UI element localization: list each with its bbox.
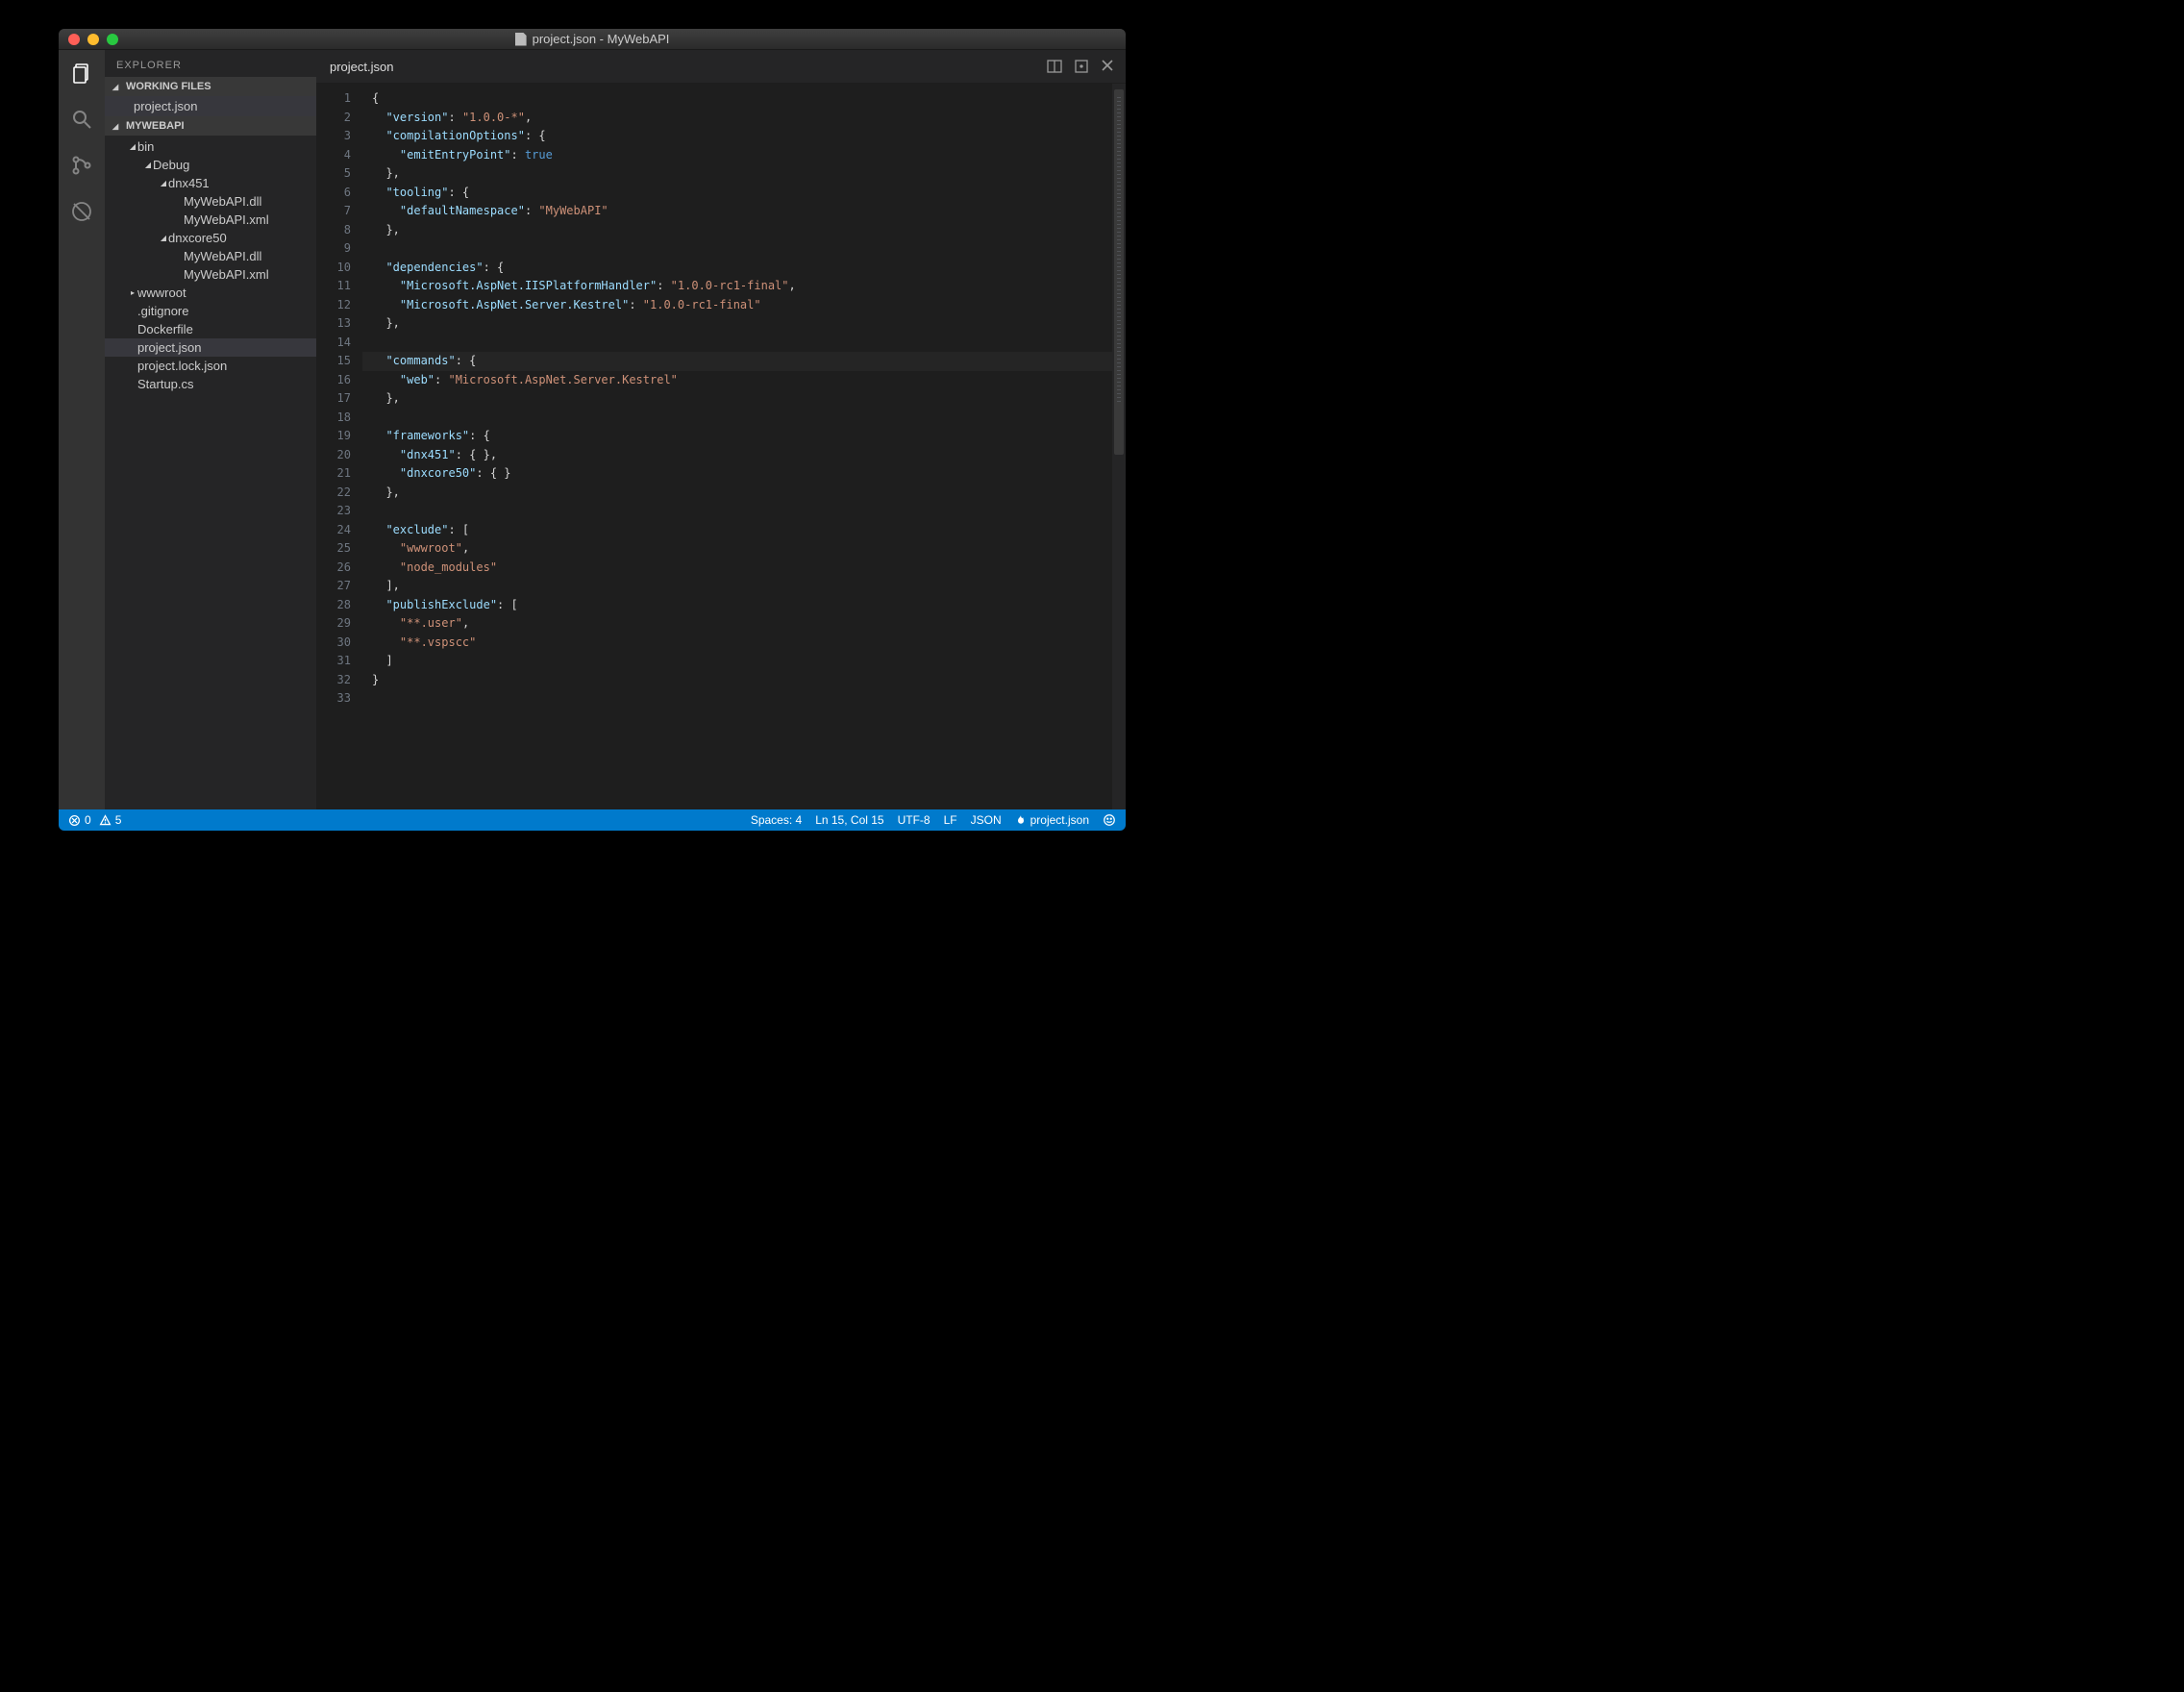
titlebar: project.json - MyWebAPI — [59, 29, 1126, 50]
tree-item-label: MyWebAPI.xml — [184, 212, 269, 227]
file-tree: ◢ bin◢ Debug◢ dnx451 MyWebAPI.dll MyWebA… — [105, 136, 316, 395]
tree-item-label: project.json — [137, 340, 201, 355]
tree-item-label: .gitignore — [137, 304, 188, 318]
sidebar-title: EXPLORER — [105, 50, 316, 77]
tree-file[interactable]: MyWebAPI.dll — [105, 247, 316, 265]
activity-bar — [59, 50, 105, 809]
git-icon[interactable] — [68, 152, 95, 179]
tree-item-label: MyWebAPI.xml — [184, 267, 269, 282]
tree-file[interactable]: Startup.cs — [105, 375, 316, 393]
code-editor[interactable]: 1234567891011121314151617181920212223242… — [316, 84, 1126, 809]
window-title-text: project.json - MyWebAPI — [533, 32, 670, 46]
search-icon[interactable] — [68, 106, 95, 133]
language-indicator[interactable]: JSON — [971, 813, 1002, 827]
tree-folder[interactable]: ◢ bin — [105, 137, 316, 156]
indent-indicator[interactable]: Spaces: 4 — [751, 813, 802, 827]
debug-icon[interactable] — [68, 198, 95, 225]
sidebar: EXPLORER ◢ WORKING FILES project.json ◢ … — [105, 50, 316, 809]
more-actions-icon[interactable] — [1074, 59, 1089, 74]
tree-folder[interactable]: ◢ dnx451 — [105, 174, 316, 192]
file-icon — [515, 33, 527, 46]
working-files-list: project.json — [105, 96, 316, 116]
project-label: MYWEBAPI — [126, 120, 185, 132]
chevron-down-icon: ◢ — [128, 142, 137, 151]
tree-file[interactable]: .gitignore — [105, 302, 316, 320]
errors-count: 0 — [85, 813, 91, 827]
minimap[interactable] — [1112, 84, 1126, 809]
tree-item-label: Startup.cs — [137, 377, 194, 391]
working-file-item[interactable]: project.json — [105, 96, 316, 116]
tree-folder[interactable]: ◢ dnxcore50 — [105, 229, 316, 247]
tree-item-label: Dockerfile — [137, 322, 193, 336]
chevron-down-icon: ◢ — [159, 234, 168, 242]
encoding-indicator[interactable]: UTF-8 — [898, 813, 931, 827]
eol-indicator[interactable]: LF — [944, 813, 957, 827]
tree-file[interactable]: Dockerfile — [105, 320, 316, 338]
tab-label: project.json — [330, 60, 393, 74]
tree-file[interactable]: MyWebAPI.dll — [105, 192, 316, 211]
close-editor-icon[interactable] — [1101, 59, 1114, 74]
flame-icon — [1015, 814, 1027, 826]
tree-item-label: dnx451 — [168, 176, 210, 190]
app-window: project.json - MyWebAPI EXPLORER ◢ WORKI… — [59, 29, 1126, 831]
chevron-down-icon: ◢ — [112, 83, 122, 91]
chevron-down-icon: ◢ — [143, 161, 153, 169]
project-header[interactable]: ◢ MYWEBAPI — [105, 116, 316, 136]
tab-bar: project.json — [316, 50, 1126, 84]
chevron-down-icon: ◢ — [159, 179, 168, 187]
build-target[interactable]: project.json — [1015, 813, 1089, 827]
tree-item-label: dnxcore50 — [168, 231, 227, 245]
tree-file[interactable]: MyWebAPI.xml — [105, 265, 316, 284]
tree-item-label: project.lock.json — [137, 359, 227, 373]
tree-item-label: wwwroot — [137, 286, 186, 300]
line-gutter: 1234567891011121314151617181920212223242… — [316, 84, 362, 809]
tree-folder[interactable]: ▸ wwwroot — [105, 284, 316, 302]
feedback-icon[interactable] — [1103, 813, 1116, 827]
explorer-icon[interactable] — [68, 60, 95, 87]
tree-item-label: MyWebAPI.dll — [184, 249, 261, 263]
cursor-position[interactable]: Ln 15, Col 15 — [815, 813, 883, 827]
tab-actions — [1047, 59, 1126, 74]
tree-item-label: bin — [137, 139, 154, 154]
editor-area: project.json 123456789101112131415161718… — [316, 50, 1126, 809]
split-editor-icon[interactable] — [1047, 59, 1062, 74]
editor-tab[interactable]: project.json — [316, 50, 407, 83]
tree-file[interactable]: project.json — [105, 338, 316, 357]
tree-item-label: Debug — [153, 158, 189, 172]
window-title: project.json - MyWebAPI — [59, 32, 1126, 46]
tree-file[interactable]: MyWebAPI.xml — [105, 211, 316, 229]
working-files-label: WORKING FILES — [126, 81, 211, 92]
errors-indicator[interactable]: 0 — [68, 813, 91, 827]
tree-folder[interactable]: ◢ Debug — [105, 156, 316, 174]
warnings-count: 5 — [115, 813, 122, 827]
tree-file[interactable]: project.lock.json — [105, 357, 316, 375]
status-bar: 0 5 Spaces: 4 Ln 15, Col 15 UTF-8 LF JSO… — [59, 809, 1126, 831]
code-content[interactable]: { "version": "1.0.0-*", "compilationOpti… — [362, 84, 1112, 809]
working-files-header[interactable]: ◢ WORKING FILES — [105, 77, 316, 96]
warnings-indicator[interactable]: 5 — [99, 813, 122, 827]
chevron-down-icon: ◢ — [112, 122, 122, 131]
tree-item-label: MyWebAPI.dll — [184, 194, 261, 209]
chevron-right-icon: ▸ — [128, 288, 137, 297]
